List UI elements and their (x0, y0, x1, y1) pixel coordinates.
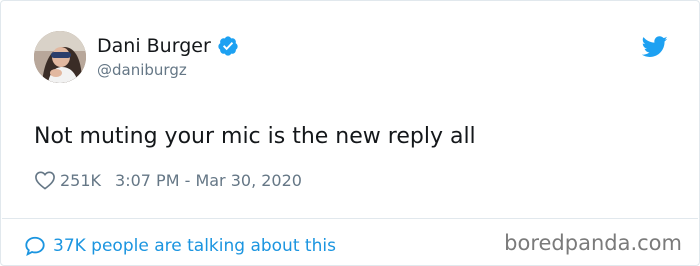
verified-badge-icon (218, 36, 238, 56)
conversation-link-text[interactable]: 37K people are talking about this (53, 236, 336, 256)
tweet-meta-row: 251K 3:07 PM - Mar 30, 2020 (34, 168, 302, 192)
heart-icon[interactable] (34, 170, 56, 190)
divider (2, 218, 698, 219)
avatar[interactable] (34, 31, 86, 83)
tweet-card: Dani Burger @daniburgz Not muting your m… (0, 0, 700, 266)
tweet-text: Not muting your mic is the new reply all (34, 124, 476, 149)
conversation-link[interactable]: 37K people are talking about this (24, 233, 336, 259)
author-handle[interactable]: @daniburgz (97, 61, 187, 79)
author-display-name[interactable]: Dani Burger (97, 35, 211, 57)
like-count[interactable]: 251K (60, 171, 101, 190)
twitter-bird-icon[interactable] (642, 36, 668, 58)
avatar-photo (34, 31, 86, 83)
author-name-row[interactable]: Dani Burger (97, 33, 239, 59)
boredpanda-watermark: boredpanda.com (504, 231, 682, 255)
speech-bubble-icon (25, 236, 45, 257)
tweet-timestamp[interactable]: 3:07 PM - Mar 30, 2020 (115, 171, 302, 190)
